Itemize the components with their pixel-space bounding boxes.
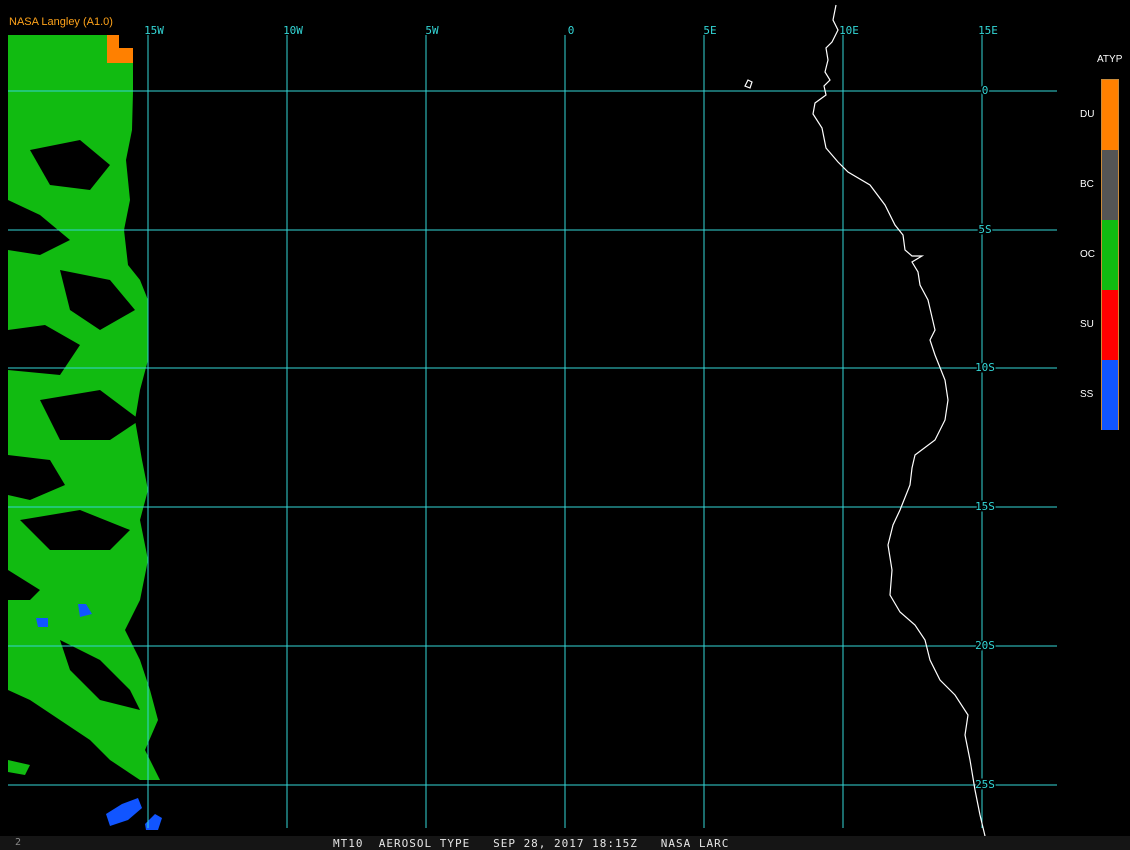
aerosol-ss-region [36, 618, 48, 627]
legend-swatch-ss [1102, 360, 1118, 430]
legend-swatch-du [1102, 80, 1118, 150]
longitude-label: 5E [703, 24, 716, 37]
legend-title: ATYP [1097, 54, 1123, 65]
longitude-label: 0 [568, 24, 575, 37]
legend-swatch-bc [1102, 150, 1118, 220]
longitude-label: 15E [978, 24, 998, 37]
provider-label: NASA Langley (A1.0) [9, 16, 113, 28]
satellite-image-viewer: 15W 10W 5W 0 5E 10E 15E 0 5S 10S 15S 20S 25S NASA La… [0, 0, 1130, 850]
latitude-label: 20S [975, 639, 995, 652]
aerosol-map: 15W 10W 5W 0 5E 10E 15E 0 5S 10S 15S 20S 25S [8, 4, 1057, 836]
aerosol-ss-region [106, 798, 142, 826]
status-bar: 2 MT10 AEROSOL TYPE SEP 28, 2017 18:15Z … [0, 836, 1130, 850]
aerosol-data-layer [8, 35, 162, 830]
legend-swatch-su [1102, 290, 1118, 360]
legend-color-bar [1101, 79, 1119, 430]
longitude-label: 5W [425, 24, 439, 37]
latitude-label: 25S [975, 778, 995, 791]
legend-swatch-oc [1102, 220, 1118, 290]
corner-mark: 2 [15, 837, 22, 848]
legend-label-su: SU [1080, 319, 1094, 330]
product-caption: MT10 AEROSOL TYPE SEP 28, 2017 18:15Z NA… [333, 837, 730, 850]
bioko-island [744, 79, 753, 89]
longitude-label: 15W [144, 24, 164, 37]
latitude-label: 10S [975, 361, 995, 374]
grid-labels: 15W 10W 5W 0 5E 10E 15E 0 5S 10S 15S 20S 25S [144, 24, 998, 793]
aerosol-du-region [107, 35, 133, 63]
longitude-label: 10W [283, 24, 303, 37]
latitude-label: 15S [975, 500, 995, 513]
lat-lon-grid [8, 35, 1057, 828]
longitude-label: 10E [839, 24, 859, 37]
latitude-label: 5S [978, 223, 991, 236]
legend-label-du: DU [1080, 109, 1095, 120]
legend-label-ss: SS [1080, 389, 1094, 400]
legend-label-oc: OC [1080, 249, 1095, 260]
aerosol-oc-region [8, 760, 30, 775]
legend-label-bc: BC [1080, 179, 1094, 190]
latitude-label: 0 [982, 84, 989, 97]
africa-coastline [812, 4, 986, 836]
